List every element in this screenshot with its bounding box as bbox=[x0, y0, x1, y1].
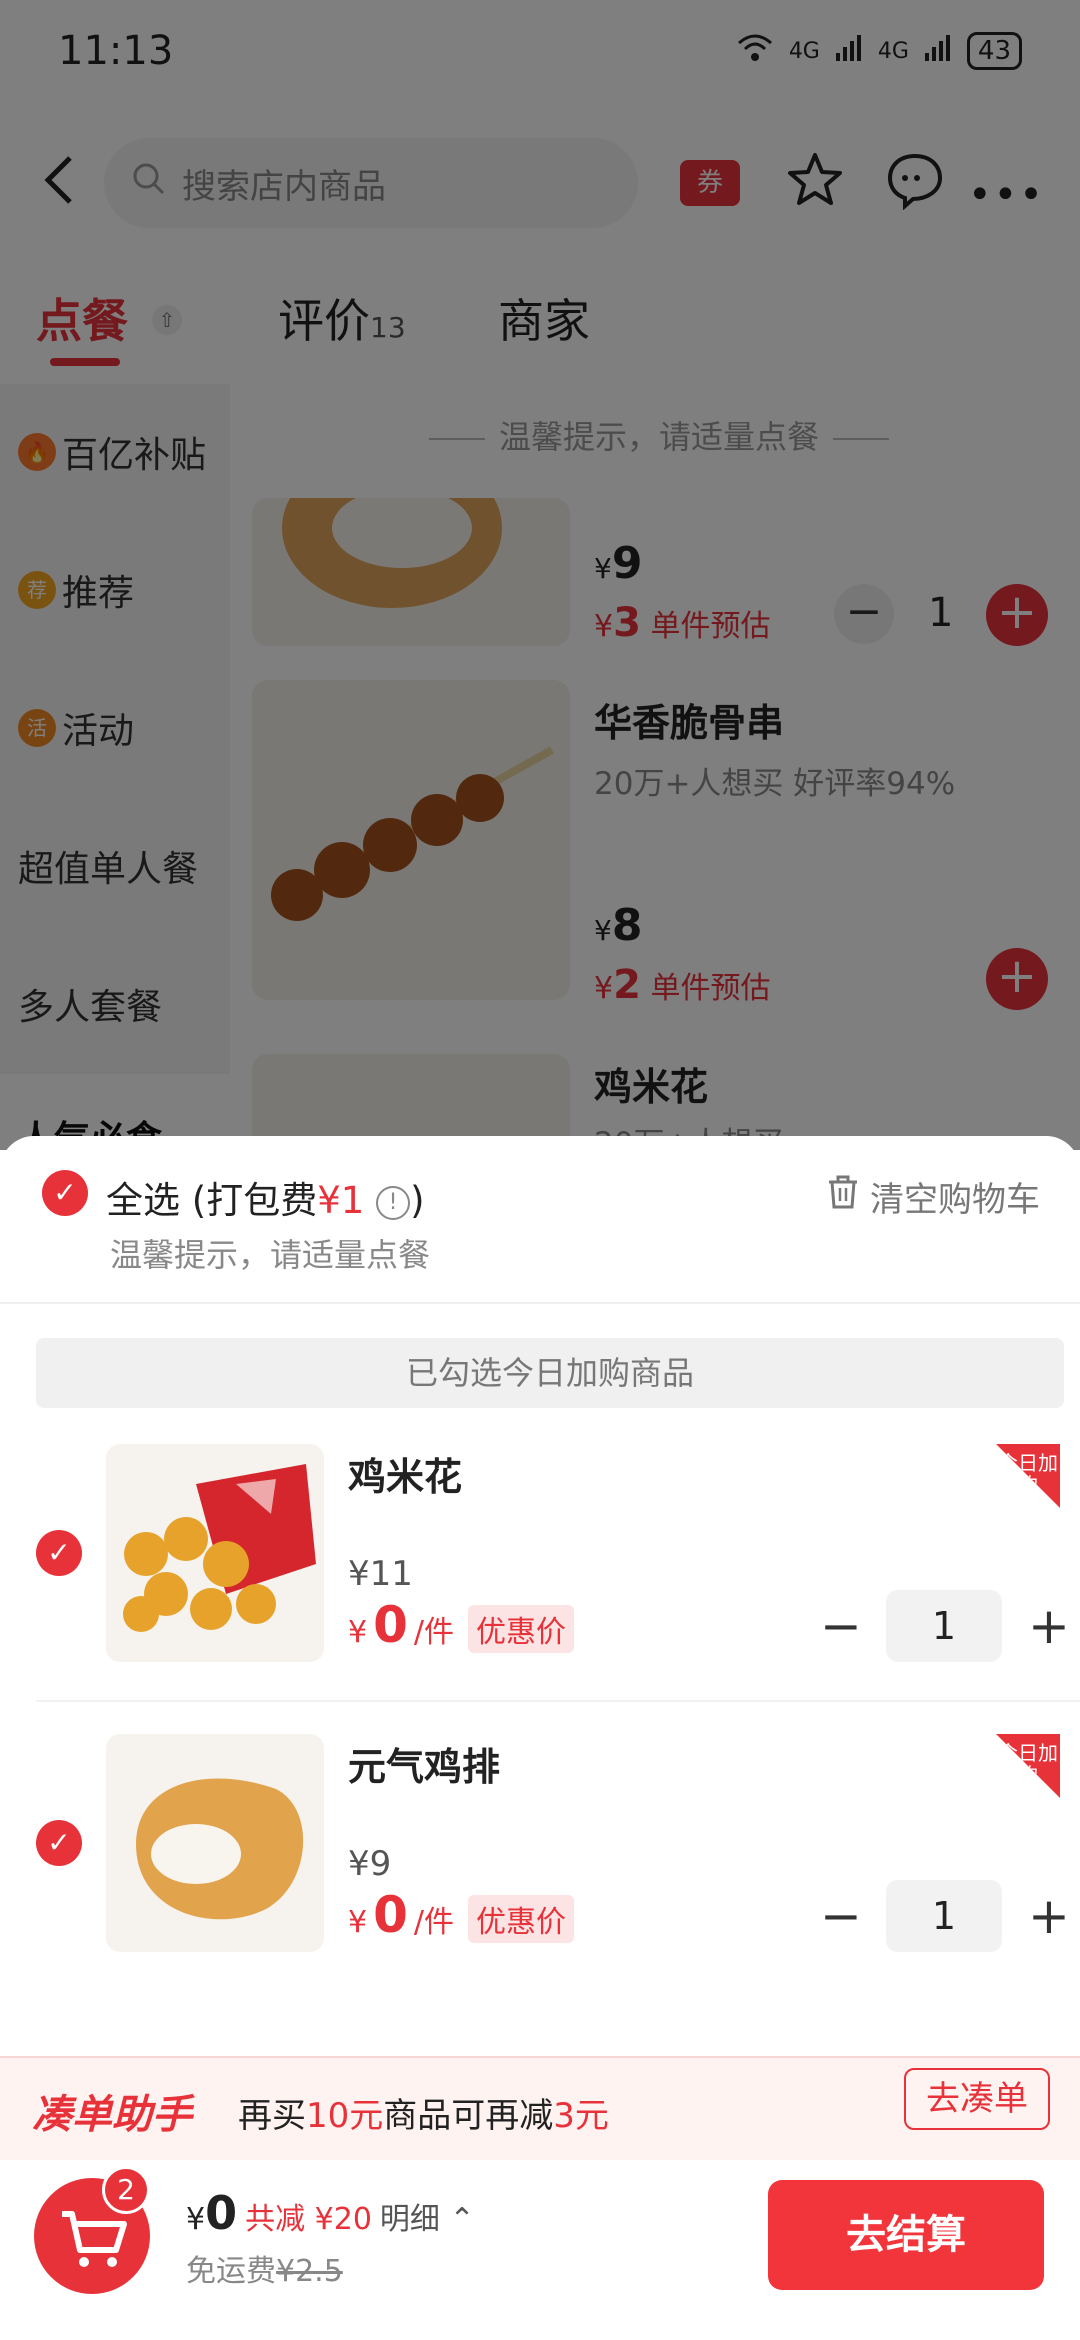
shipping-info: 免运费¥2.5 bbox=[186, 2254, 343, 2289]
cart-total: ¥0 共减 ¥20 明细 ⌃ bbox=[186, 2186, 475, 2240]
quantity-value[interactable]: 1 bbox=[886, 1590, 1002, 1662]
quantity-stepper: − 1 + bbox=[820, 1590, 1070, 1662]
add-more-button[interactable]: 去凑单 bbox=[904, 2068, 1050, 2130]
select-all-label: 全选 bbox=[106, 1179, 180, 1222]
cart-item-name: 元气鸡排 bbox=[348, 1745, 501, 1789]
total-saved: 共减 ¥20 bbox=[245, 2202, 372, 2237]
checkout-button[interactable]: 去结算 bbox=[768, 2180, 1044, 2290]
cart-item-original-price: ¥11 bbox=[348, 1554, 413, 1594]
cart-item-name: 鸡米花 bbox=[348, 1455, 463, 1499]
pack-fee-close: ) bbox=[410, 1179, 425, 1222]
divider bbox=[36, 1700, 1080, 1702]
section-header: 已勾选今日加购商品 bbox=[36, 1338, 1064, 1408]
quantity-stepper: − 1 + bbox=[820, 1880, 1070, 1952]
pack-fee-label: (打包费 bbox=[191, 1179, 318, 1222]
divider bbox=[0, 1302, 1080, 1304]
price-detail-link[interactable]: 明细 ⌃ bbox=[380, 2194, 475, 2238]
increase-button[interactable]: + bbox=[1028, 1597, 1070, 1655]
cart-item-image-chicken-cutlet[interactable] bbox=[106, 1734, 324, 1952]
increase-button[interactable]: + bbox=[1028, 1887, 1070, 1945]
decrease-button[interactable]: − bbox=[820, 1887, 862, 1945]
order-helper-title: 凑单助手 bbox=[32, 2092, 192, 2138]
item-checkbox[interactable]: ✓ bbox=[36, 1820, 82, 1866]
pack-fee-value: ¥1 bbox=[317, 1179, 365, 1222]
cart-item-image-popcorn-chicken[interactable] bbox=[106, 1444, 324, 1662]
info-icon[interactable]: ! bbox=[376, 1185, 411, 1220]
decrease-button[interactable]: − bbox=[820, 1597, 862, 1655]
cart-item-deal-price: ¥0/件 优惠价 bbox=[348, 1596, 574, 1654]
cart-item-original-price: ¥9 bbox=[348, 1844, 392, 1884]
clear-cart-button[interactable]: 清空购物车 bbox=[826, 1172, 1040, 1221]
select-all-checkbox[interactable]: ✓ bbox=[42, 1170, 88, 1216]
quantity-value[interactable]: 1 bbox=[886, 1880, 1002, 1952]
order-helper-text: 再买10元商品可再减3元 bbox=[238, 2096, 609, 2136]
total-symbol: ¥ bbox=[186, 2202, 206, 2237]
deal-tag: 优惠价 bbox=[468, 1895, 574, 1943]
trash-icon bbox=[826, 1174, 860, 1219]
total-value: 0 bbox=[205, 2186, 238, 2240]
item-checkbox[interactable]: ✓ bbox=[36, 1530, 82, 1576]
deal-tag: 优惠价 bbox=[468, 1605, 574, 1653]
clear-cart-label: 清空购物车 bbox=[870, 1180, 1040, 1220]
cart-hint: 温馨提示，请适量点餐 bbox=[110, 1236, 431, 1274]
dim-overlay[interactable] bbox=[0, 0, 1080, 1150]
cart-item-deal-price: ¥0/件 优惠价 bbox=[348, 1886, 574, 1944]
cart-count-badge: 2 bbox=[102, 2166, 150, 2214]
select-all-row: 全选 (打包费¥1 !) bbox=[106, 1170, 425, 1224]
